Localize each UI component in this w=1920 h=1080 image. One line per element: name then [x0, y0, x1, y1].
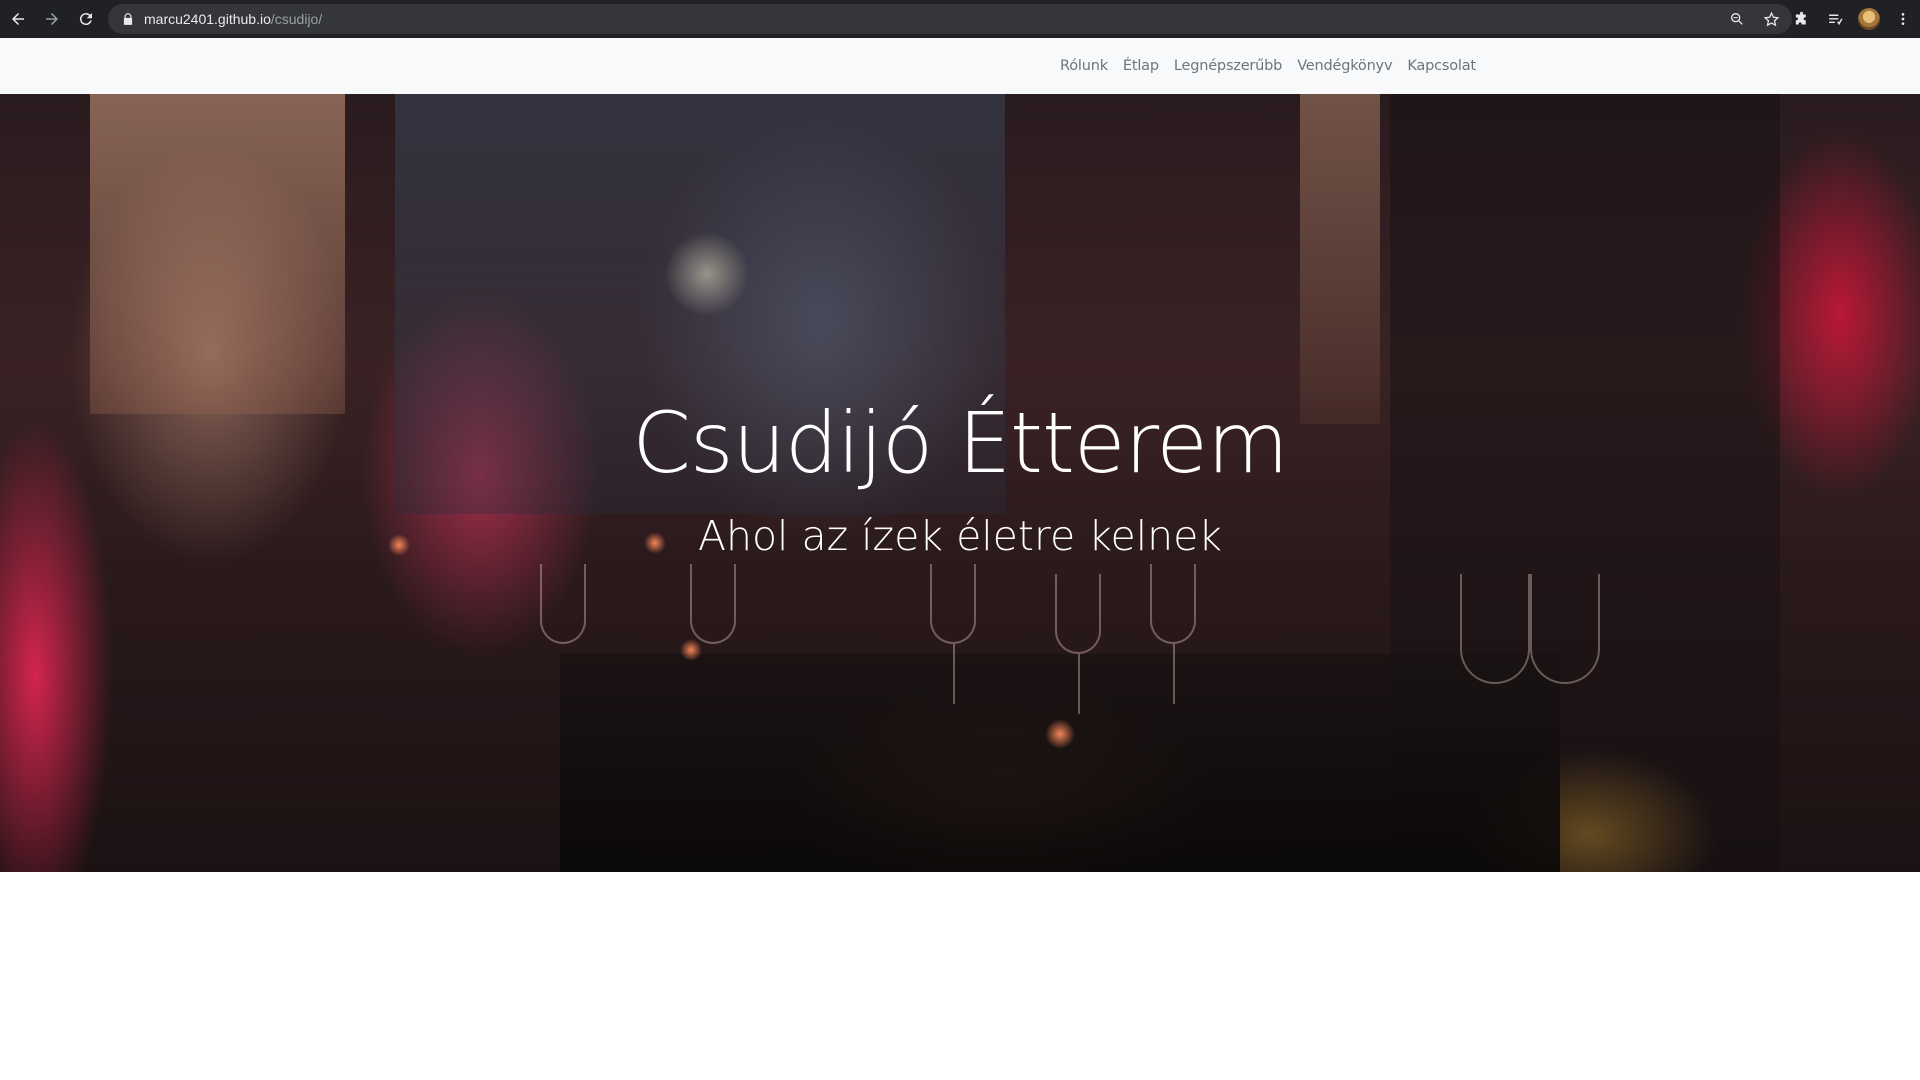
site-navbar: Rólunk Étlap Legnépszerűbb Vendégkönyv K… — [0, 38, 1920, 94]
browser-toolbar: marcu2401.github.io/csudijo/ — [0, 0, 1920, 38]
avatar — [1858, 8, 1880, 30]
nav-link-legnepszerubb[interactable]: Legnépszerűbb — [1174, 58, 1283, 74]
lock-icon[interactable] — [120, 11, 136, 27]
hero-bg-candle — [680, 639, 702, 661]
hero-bg-glass-stem — [1078, 654, 1080, 714]
hero-bg-wall-panel-right — [1300, 94, 1380, 424]
forward-button[interactable] — [36, 3, 68, 35]
hero-bg-wine-glass — [1150, 564, 1196, 644]
back-arrow-icon — [12, 13, 24, 25]
nav-links: Rólunk Étlap Legnépszerűbb Vendégkönyv K… — [1060, 38, 1491, 94]
bookmark-star-icon[interactable] — [1758, 6, 1784, 32]
hero-bg-wine-glass — [930, 564, 976, 644]
hero-bg-glass-stem — [953, 644, 955, 704]
hero-bg-wine-glass — [690, 564, 736, 644]
reading-list-icon[interactable] — [1820, 4, 1850, 34]
forward-arrow-icon — [46, 13, 58, 25]
address-bar[interactable]: marcu2401.github.io/csudijo/ — [108, 4, 1792, 34]
hero-banner: Csudijó Étterem Ahol az ízek életre keln… — [0, 94, 1920, 872]
hero-bg-candle — [1045, 719, 1075, 749]
nav-link-etlap[interactable]: Étlap — [1123, 58, 1159, 74]
nav-link-kapcsolat[interactable]: Kapcsolat — [1407, 58, 1476, 74]
zoom-icon[interactable] — [1724, 6, 1750, 32]
hero-bg-wall-panel — [90, 94, 345, 414]
reload-button[interactable] — [70, 3, 102, 35]
reload-icon — [79, 13, 92, 26]
browser-actions — [1786, 0, 1920, 38]
hero-bg-wine-glass — [1460, 574, 1530, 684]
hero-bg-wine-glass — [1530, 574, 1600, 684]
hero-bg-glass-stem — [1173, 644, 1175, 704]
address-bar-actions — [1724, 4, 1784, 34]
hero-bg-table — [560, 654, 1560, 872]
hero-bg-wine-glass — [540, 564, 586, 644]
back-button[interactable] — [2, 3, 34, 35]
url-path: /csudijo/ — [270, 11, 323, 27]
hero-bg-wine-glass — [1055, 574, 1101, 654]
menu-dots-icon[interactable] — [1888, 4, 1918, 34]
hero-subtitle: Ahol az ízek életre kelnek — [697, 512, 1223, 560]
nav-link-vendegkonyv[interactable]: Vendégkönyv — [1297, 58, 1392, 74]
url-text[interactable]: marcu2401.github.io/csudijo/ — [144, 11, 322, 27]
url-host: marcu2401.github.io — [144, 11, 271, 27]
profile-avatar[interactable] — [1854, 4, 1884, 34]
nav-link-rolunk[interactable]: Rólunk — [1060, 58, 1108, 74]
hero-title: Csudijó Étterem — [632, 394, 1289, 492]
extensions-icon[interactable] — [1786, 4, 1816, 34]
